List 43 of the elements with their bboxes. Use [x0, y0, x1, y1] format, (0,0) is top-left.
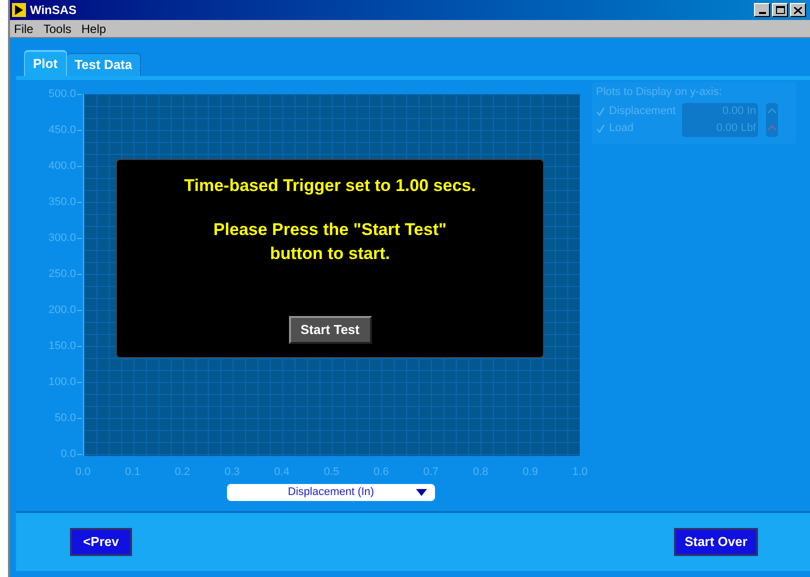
- x-axis-label: 0.5: [324, 465, 340, 480]
- x-axis-label: 0.2: [174, 465, 190, 480]
- close-button[interactable]: [790, 3, 806, 17]
- x-axis-label: 1.0: [572, 465, 588, 480]
- checkbox[interactable]: [596, 106, 605, 116]
- menu-item[interactable]: Help: [81, 20, 106, 38]
- x-axis-label: 0.8: [472, 465, 488, 480]
- start-test-button[interactable]: Start Test: [288, 316, 372, 344]
- y-axis-label: 400.0: [48, 160, 76, 172]
- prev-button[interactable]: <Prev: [70, 528, 132, 556]
- x-axis-label: 0.7: [423, 465, 439, 480]
- y-axis-label: 50.0: [54, 412, 76, 424]
- message-text: Time-based Trigger set to 1.00 secs.: [183, 175, 477, 197]
- maximize-button[interactable]: [772, 3, 788, 17]
- start-over-button[interactable]: Start Over: [674, 528, 758, 556]
- menu-item[interactable]: File: [14, 20, 34, 38]
- x-axis-label: 0.4: [274, 465, 290, 480]
- y-axis-label: 150.0: [48, 340, 76, 352]
- y-axis-label: 100.0: [48, 376, 76, 388]
- x-axis-label: 0.9: [522, 465, 538, 480]
- y-axis-label: 250.0: [48, 268, 76, 280]
- message-text: Please Press the "Start Test" button to start.: [212, 219, 448, 265]
- minimize-button[interactable]: [754, 3, 770, 17]
- close-icon: [794, 6, 802, 14]
- plot-label: Load: [609, 120, 634, 136]
- checkbox[interactable]: [596, 124, 605, 132]
- plot-label: Displacement: [609, 104, 676, 119]
- y-axis-label: 200.0: [48, 304, 76, 316]
- y-axis-label: 300.0: [48, 232, 76, 244]
- x-axis-label: 0.6: [374, 465, 389, 480]
- x-axis-label: 0.1: [125, 465, 140, 480]
- y-axis-label: 350.0: [48, 196, 76, 208]
- menu-item[interactable]: Tools: [43, 20, 72, 38]
- y-axis-label: 0.0: [60, 448, 76, 460]
- x-axis-label: 0.3: [224, 465, 240, 480]
- y-axis-label: 450.0: [48, 124, 76, 136]
- x-axis-dropdown[interactable]: Displacement (In): [227, 484, 435, 501]
- legend-title: Plots to Display on y-axis:: [596, 85, 723, 100]
- window-title: WinSAS: [30, 2, 77, 19]
- dropdown-arrow-icon: [416, 489, 427, 496]
- y-axis-label: 500.0: [48, 88, 76, 100]
- app-icon: [12, 3, 26, 17]
- x-axis-label: 0.0: [75, 465, 91, 480]
